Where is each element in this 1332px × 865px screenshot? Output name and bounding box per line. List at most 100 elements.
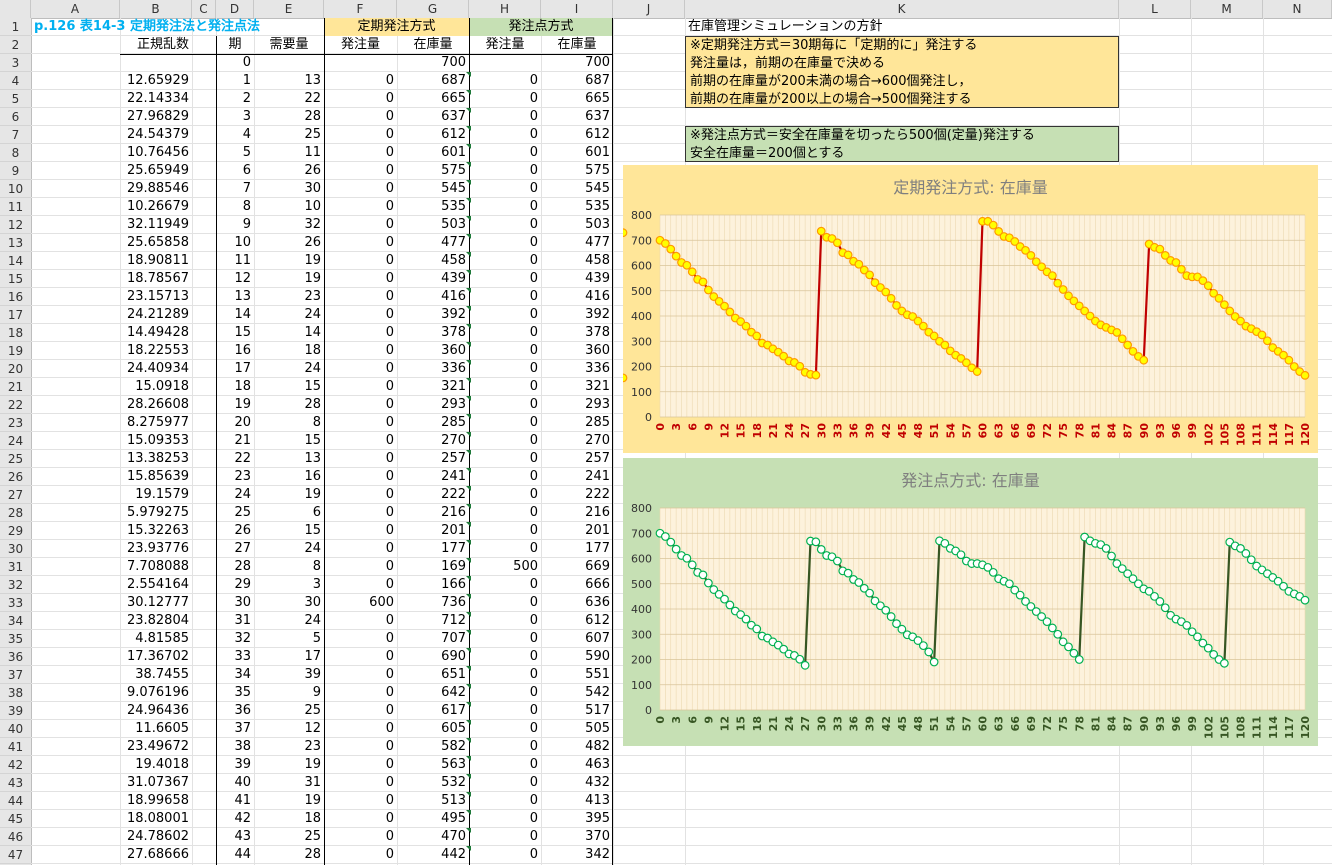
fixed-period-note-box[interactable]: ※定期発注方式＝30期毎に「定期的に」発注する 発注量は，前期の在庫量で決める … [685, 36, 1119, 108]
period-cell[interactable]: 6 [216, 162, 254, 180]
reorder-point-group-header[interactable]: 発注点方式 [469, 18, 613, 36]
reorder-stock-cell[interactable]: 607 [541, 630, 613, 648]
reorder-order-qty-cell[interactable]: 0 [469, 720, 541, 738]
period-cell[interactable]: 43 [216, 828, 254, 846]
random-number-cell[interactable]: 7.708088 [120, 558, 192, 576]
random-number-cell[interactable]: 22.14334 [120, 90, 192, 108]
fixed-stock-cell[interactable]: 665 [397, 90, 469, 108]
fixed-stock-cell[interactable]: 257 [397, 450, 469, 468]
reorder-stock-cell[interactable]: 416 [541, 288, 613, 306]
reorder-order-qty-cell[interactable]: 0 [469, 468, 541, 486]
fixed-order-qty-cell[interactable]: 0 [324, 558, 397, 576]
reorder-order-qty-cell[interactable]: 0 [469, 684, 541, 702]
row-header[interactable]: 44 [0, 792, 31, 810]
period-cell[interactable]: 7 [216, 180, 254, 198]
initial-fixed-stock[interactable]: 700 [397, 54, 469, 72]
demand-cell[interactable]: 32 [254, 216, 324, 234]
reorder-order-qty-cell[interactable]: 0 [469, 828, 541, 846]
reorder-stock-cell[interactable]: 432 [541, 774, 613, 792]
reorder-stock-cell[interactable]: 201 [541, 522, 613, 540]
row-header[interactable]: 3 [0, 54, 31, 72]
fixed-order-qty-cell[interactable]: 0 [324, 234, 397, 252]
reorder-stock-cell[interactable]: 505 [541, 720, 613, 738]
row-header[interactable]: 16 [0, 288, 31, 306]
reorder-stock-cell[interactable]: 177 [541, 540, 613, 558]
fixed-stock-cell[interactable]: 216 [397, 504, 469, 522]
fixed-period-chart[interactable]: 定期発注方式: 在庫量 0 100 200 300 400 500 600 700 800 0 3 6 9… [618, 165, 1318, 453]
fixed-stock-cell[interactable]: 378 [397, 324, 469, 342]
demand-cell[interactable]: 19 [254, 756, 324, 774]
period-cell[interactable]: 17 [216, 360, 254, 378]
reorder-stock-cell[interactable]: 321 [541, 378, 613, 396]
period-cell[interactable]: 33 [216, 648, 254, 666]
fixed-order-qty-cell[interactable]: 0 [324, 378, 397, 396]
fixed-stock-cell[interactable]: 470 [397, 828, 469, 846]
row-header[interactable]: 37 [0, 666, 31, 684]
random-number-cell[interactable]: 25.65949 [120, 162, 192, 180]
row-header[interactable]: 30 [0, 540, 31, 558]
row-header[interactable]: 27 [0, 486, 31, 504]
reorder-order-qty-cell[interactable]: 0 [469, 360, 541, 378]
random-number-cell[interactable]: 5.979275 [120, 504, 192, 522]
fixed-order-qty-cell[interactable]: 0 [324, 522, 397, 540]
fixed-stock-cell[interactable]: 712 [397, 612, 469, 630]
fixed-stock-cell[interactable]: 513 [397, 792, 469, 810]
reorder-stock-cell[interactable]: 293 [541, 396, 613, 414]
demand-cell[interactable]: 30 [254, 594, 324, 612]
reorder-order-qty-cell[interactable]: 0 [469, 522, 541, 540]
row-header[interactable]: 19 [0, 342, 31, 360]
fixed-order-qty-cell[interactable]: 0 [324, 108, 397, 126]
demand-cell[interactable]: 19 [254, 270, 324, 288]
reorder-stock-cell[interactable]: 482 [541, 738, 613, 756]
demand-cell[interactable]: 19 [254, 792, 324, 810]
fixed-order-qty-cell[interactable]: 0 [324, 162, 397, 180]
fixed-stock-cell[interactable]: 336 [397, 360, 469, 378]
reorder-stock-cell[interactable]: 285 [541, 414, 613, 432]
demand-cell[interactable]: 28 [254, 108, 324, 126]
initial-period[interactable]: 0 [216, 54, 254, 72]
period-cell[interactable]: 40 [216, 774, 254, 792]
period-cell[interactable]: 27 [216, 540, 254, 558]
reorder-order-qty-cell[interactable]: 0 [469, 702, 541, 720]
demand-cell[interactable]: 30 [254, 180, 324, 198]
fixed-stock-cell[interactable]: 439 [397, 270, 469, 288]
random-number-cell[interactable]: 24.21289 [120, 306, 192, 324]
demand-cell[interactable]: 13 [254, 450, 324, 468]
row-header[interactable]: 34 [0, 612, 31, 630]
column-header-h[interactable]: H [469, 0, 541, 18]
demand-cell[interactable]: 5 [254, 630, 324, 648]
row-header[interactable]: 6 [0, 108, 31, 126]
period-cell[interactable]: 12 [216, 270, 254, 288]
fixed-stock-cell[interactable]: 617 [397, 702, 469, 720]
fixed-stock-cell[interactable]: 177 [397, 540, 469, 558]
random-number-cell[interactable]: 18.90811 [120, 252, 192, 270]
fixed-stock-cell[interactable]: 535 [397, 198, 469, 216]
row-header[interactable]: 45 [0, 810, 31, 828]
reorder-stock-cell[interactable]: 463 [541, 756, 613, 774]
demand-cell[interactable]: 15 [254, 522, 324, 540]
fixed-order-qty-cell[interactable]: 0 [324, 90, 397, 108]
reorder-stock-cell[interactable]: 216 [541, 504, 613, 522]
period-cell[interactable]: 37 [216, 720, 254, 738]
demand-cell[interactable]: 9 [254, 684, 324, 702]
reorder-stock-cell[interactable]: 458 [541, 252, 613, 270]
fixed-order-qty-cell[interactable]: 0 [324, 288, 397, 306]
period-cell[interactable]: 14 [216, 306, 254, 324]
demand-cell[interactable]: 28 [254, 846, 324, 864]
period-cell[interactable]: 24 [216, 486, 254, 504]
reorder-order-qty-cell[interactable]: 0 [469, 180, 541, 198]
fixed-stock-cell[interactable]: 241 [397, 468, 469, 486]
random-number-cell[interactable]: 31.07367 [120, 774, 192, 792]
select-all-corner[interactable] [0, 0, 31, 18]
reorder-order-qty-cell[interactable]: 0 [469, 396, 541, 414]
demand-cell[interactable]: 15 [254, 378, 324, 396]
reorder-stock-header[interactable]: 在庫量 [541, 36, 613, 54]
row-header[interactable]: 20 [0, 360, 31, 378]
fixed-order-qty-cell[interactable]: 0 [324, 342, 397, 360]
random-number-cell[interactable]: 24.40934 [120, 360, 192, 378]
random-number-cell[interactable]: 19.1579 [120, 486, 192, 504]
period-cell[interactable]: 3 [216, 108, 254, 126]
period-cell[interactable]: 41 [216, 792, 254, 810]
demand-cell[interactable]: 24 [254, 612, 324, 630]
random-number-cell[interactable]: 12.65929 [120, 72, 192, 90]
